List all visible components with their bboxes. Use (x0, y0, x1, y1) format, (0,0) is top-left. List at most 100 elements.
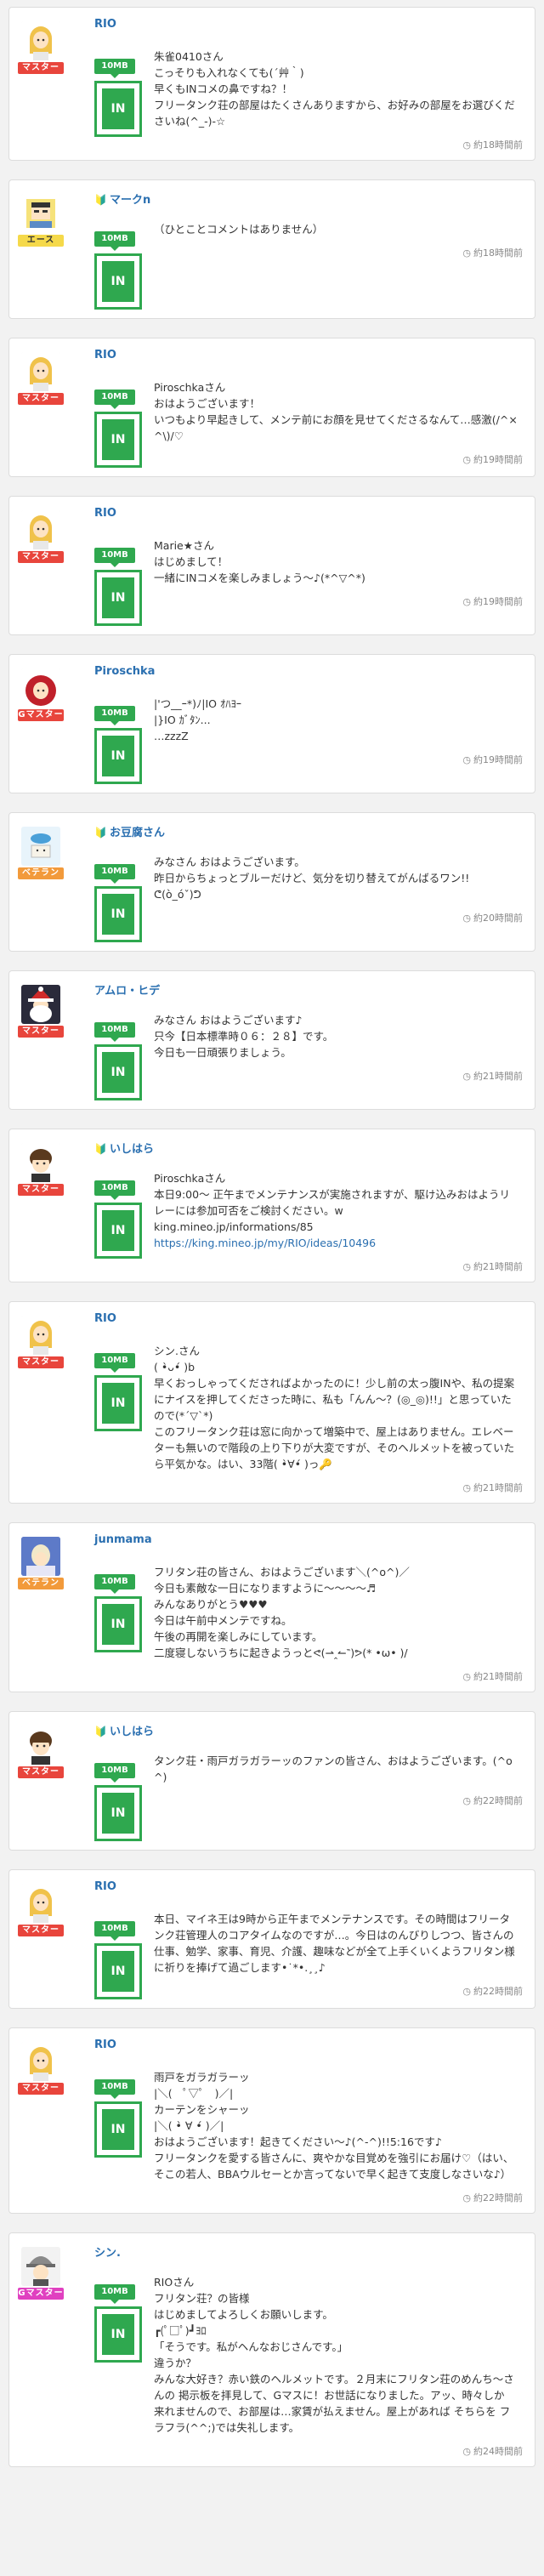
post-card: Gマスター シン. 10MB IN RIOさん フリタン荘？の皆様 はじめましてよろしく… (8, 2232, 536, 2467)
post-user-column: マスター (18, 1316, 64, 1368)
avatar[interactable] (21, 21, 60, 60)
rank-badge: マスター (18, 1925, 64, 1936)
avatar[interactable] (21, 1316, 60, 1355)
avatar[interactable] (21, 985, 60, 1024)
post-body: みなさん おはようございます♪ 只今【日本標準時０６：２８】です。 今日も一日頑… (154, 1012, 523, 1061)
user-name-link[interactable]: 🔰 いしはら (94, 1140, 154, 1156)
post-card: マスター RIO 10MB IN シン.さん ( •̀ᴗ•́ )b 早くおっしゃってくだ… (8, 1301, 536, 1504)
post-user-column: エース (18, 194, 64, 247)
in-gift-column: 10MB IN (94, 231, 142, 310)
in-label: IN (102, 1210, 134, 1251)
avatar[interactable] (21, 352, 60, 391)
post-card: ベテラン 🔰 お豆腐さん 10MB IN みなさん おはようございます。 昨日からちょっと… (8, 812, 536, 952)
user-name[interactable]: いしはら (110, 1726, 154, 1738)
user-name[interactable]: RIO (94, 18, 116, 31)
user-name-link[interactable]: RIO (94, 2039, 116, 2051)
user-name-link[interactable]: RIO (94, 349, 116, 361)
user-name[interactable]: RIO (94, 2039, 116, 2051)
user-name-link[interactable]: Piroschka (94, 665, 155, 678)
in-label: IN (102, 419, 134, 460)
user-name[interactable]: アムロ・ヒデ (94, 985, 160, 998)
post-card: エース 🔰 マークn 10MB IN （ひとことコメントはありません） ◷ 約18時間前 (8, 179, 536, 319)
post-text: 雨戸をガラガラーッ |＼( ﾟ▽ﾟ )／| カーテンをシャーッ |＼( •̀ ∀… (154, 2071, 514, 2181)
avatar[interactable] (21, 1884, 60, 1923)
clock-icon: ◷ (462, 2446, 471, 2457)
in-label: IN (102, 2109, 134, 2150)
rank-badge: Gマスター (18, 709, 64, 721)
quota-badge: 10MB (94, 59, 135, 74)
user-name[interactable]: シン. (94, 2247, 121, 2260)
quota-badge: 10MB (94, 706, 135, 721)
in-door-icon: IN (94, 1375, 142, 1431)
avatar[interactable] (21, 194, 60, 233)
in-label: IN (102, 261, 134, 302)
user-name[interactable]: RIO (94, 349, 116, 361)
user-name[interactable]: お豆腐さん (110, 827, 165, 839)
user-name[interactable]: いしはら (110, 1143, 154, 1156)
quota-badge: 10MB (94, 2079, 135, 2095)
post-card: マスター 🔰 いしはら 10MB IN Piroschkaさん 本日9:00〜 正午までメ… (8, 1129, 536, 1282)
post-body: Piroschkaさん 本日9:00〜 正午までメンテナンスが実施されますが、駆… (154, 1170, 523, 1251)
avatar[interactable] (21, 2247, 60, 2286)
post-timestamp: ◷ 約24時間前 (60, 2444, 523, 2458)
quota-badge: 10MB (94, 2284, 135, 2300)
quota-badge: 10MB (94, 231, 135, 247)
avatar[interactable] (21, 668, 60, 708)
post-body: みなさん おはようございます。 昨日からちょっとブルーだけど、気分を切り替えてが… (154, 854, 523, 902)
clock-icon: ◷ (462, 1071, 471, 1082)
user-name[interactable]: RIO (94, 507, 116, 520)
post-timestamp: ◷ 約21時間前 (60, 1669, 523, 1683)
user-name[interactable]: RIO (94, 1880, 116, 1893)
timestamp-text: 約18時間前 (473, 247, 523, 259)
in-door-icon: IN (94, 2101, 142, 2158)
user-name-link[interactable]: RIO (94, 1880, 116, 1893)
quota-badge: 10MB (94, 390, 135, 405)
post-text: フリタン荘の皆さん、おはようございます＼(^o^)／ 今日も素敵な一日になります… (154, 1566, 410, 1659)
post-user-column: マスター (18, 1143, 64, 1196)
clock-icon: ◷ (462, 1795, 471, 1806)
post-link[interactable]: https://king.mineo.jp/my/RIO/ideas/10496 (154, 1237, 376, 1249)
avatar[interactable] (21, 1143, 60, 1182)
timestamp-text: 約22時間前 (473, 1986, 523, 1997)
user-name-link[interactable]: 🔰 いしはら (94, 1722, 154, 1738)
user-name-link[interactable]: RIO (94, 1312, 116, 1325)
quota-badge: 10MB (94, 1353, 135, 1368)
rank-badge: マスター (18, 393, 64, 405)
rank-badge: マスター (18, 1766, 64, 1778)
avatar[interactable] (21, 827, 60, 866)
in-gift-column: 10MB IN (94, 864, 142, 942)
post-text: Marie★さん はじめまして！ 一緒にINコメを楽しみましょう〜♪(*^▽^*… (154, 539, 366, 584)
post-card: マスター RIO 10MB IN 雨戸をガラガラーッ |＼( ﾟ▽ﾟ )／| カーテンを… (8, 2027, 536, 2214)
rank-badge: マスター (18, 2083, 64, 2095)
in-gift-column: 10MB IN (94, 1353, 142, 1431)
user-name-link[interactable]: 🔰 お豆腐さん (94, 823, 165, 839)
in-gift-column: 10MB IN (94, 2079, 142, 2158)
in-gift-column: 10MB IN (94, 706, 142, 784)
avatar[interactable] (21, 1726, 60, 1765)
user-name-link[interactable]: RIO (94, 507, 116, 520)
timestamp-text: 約22時間前 (473, 1795, 523, 1806)
user-name-link[interactable]: 🔰 マークn (94, 190, 150, 207)
post-body: Marie★さん はじめまして！ 一緒にINコメを楽しみましょう〜♪(*^▽^*… (154, 537, 523, 586)
user-name-link[interactable]: RIO (94, 18, 116, 31)
in-label: IN (102, 1793, 134, 1834)
user-name[interactable]: マークn (110, 194, 150, 207)
user-name[interactable]: Piroschka (94, 665, 155, 678)
avatar[interactable] (21, 1537, 60, 1576)
post-text: Piroschkaさん おはようございます！ いつもより早起きして、メンテ前にお… (154, 381, 518, 442)
timestamp-text: 約19時間前 (473, 596, 523, 607)
avatar[interactable] (21, 510, 60, 549)
user-name[interactable]: junmama (94, 1533, 152, 1546)
user-name[interactable]: RIO (94, 1312, 116, 1325)
user-name-link[interactable]: アムロ・ヒデ (94, 981, 160, 998)
rank-badge: Gマスター (18, 2288, 64, 2300)
in-label: IN (102, 736, 134, 776)
timestamp-text: 約21時間前 (473, 1671, 523, 1682)
in-door-icon: IN (94, 412, 142, 468)
rank-badge: マスター (18, 1356, 64, 1368)
clock-icon: ◷ (462, 2192, 471, 2204)
avatar[interactable] (21, 2042, 60, 2081)
clock-icon: ◷ (462, 1482, 471, 1493)
user-name-link[interactable]: シン. (94, 2243, 121, 2260)
user-name-link[interactable]: junmama (94, 1533, 152, 1546)
